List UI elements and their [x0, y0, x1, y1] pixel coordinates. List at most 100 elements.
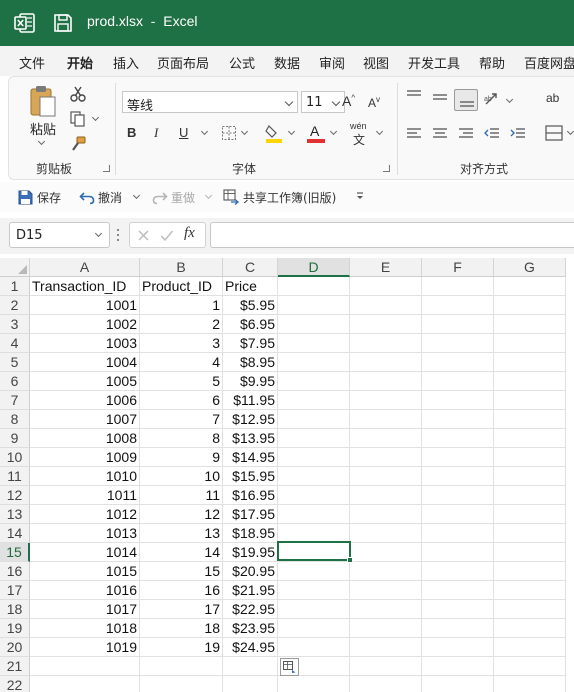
customize-qat-icon[interactable]	[355, 191, 365, 201]
cell-g20[interactable]	[494, 638, 566, 657]
row-header[interactable]: 18	[0, 600, 30, 619]
cell-b4[interactable]: 3	[140, 334, 223, 353]
merge-chevron-icon[interactable]	[566, 127, 574, 136]
cell-f18[interactable]	[422, 600, 494, 619]
cell-d13[interactable]	[278, 505, 350, 524]
cell-d12[interactable]	[278, 486, 350, 505]
cell-a14[interactable]: 1013	[30, 524, 140, 543]
column-header-e[interactable]: E	[350, 258, 422, 277]
cell-b10[interactable]: 9	[140, 448, 223, 467]
cell-f9[interactable]	[422, 429, 494, 448]
cell-c18[interactable]: $22.95	[223, 600, 278, 619]
cell-d4[interactable]	[278, 334, 350, 353]
cell-g4[interactable]	[494, 334, 566, 353]
row-header[interactable]: 4	[0, 334, 30, 353]
cell-f16[interactable]	[422, 562, 494, 581]
cell-a16[interactable]: 1015	[30, 562, 140, 581]
cell-f7[interactable]	[422, 391, 494, 410]
font-size-dropdown[interactable]: 11	[301, 91, 345, 113]
row-header[interactable]: 3	[0, 315, 30, 334]
cell-b6[interactable]: 5	[140, 372, 223, 391]
cell-a11[interactable]: 1010	[30, 467, 140, 486]
cell-e1[interactable]	[350, 277, 422, 296]
cell-e6[interactable]	[350, 372, 422, 391]
cell-d10[interactable]	[278, 448, 350, 467]
cell-c13[interactable]: $17.95	[223, 505, 278, 524]
spreadsheet-grid[interactable]: ABCDEFG 1 Transaction_ID Product_ID Price 2 1…	[0, 258, 574, 692]
cell-b20[interactable]: 19	[140, 638, 223, 657]
cell-c3[interactable]: $6.95	[223, 315, 278, 334]
quick-analysis-button[interactable]	[280, 658, 299, 676]
align-middle-icon[interactable]	[432, 91, 448, 105]
tab-page-layout[interactable]: 页面布局	[157, 53, 209, 72]
cell-a20[interactable]: 1019	[30, 638, 140, 657]
cell-e4[interactable]	[350, 334, 422, 353]
format-painter-icon[interactable]	[69, 135, 87, 153]
cell-d6[interactable]	[278, 372, 350, 391]
cell-e17[interactable]	[350, 581, 422, 600]
cell-b18[interactable]: 17	[140, 600, 223, 619]
formula-input[interactable]	[210, 222, 574, 248]
underline-chevron-icon[interactable]	[200, 127, 209, 136]
clipboard-launcher-icon[interactable]	[103, 165, 110, 172]
cell-d5[interactable]	[278, 353, 350, 372]
column-header-c[interactable]: C	[223, 258, 278, 277]
tab-view[interactable]: 视图	[363, 53, 389, 72]
cell-a19[interactable]: 1018	[30, 619, 140, 638]
cell-e15[interactable]	[350, 543, 422, 562]
cell-c19[interactable]: $23.95	[223, 619, 278, 638]
cell-b3[interactable]: 2	[140, 315, 223, 334]
cell-b5[interactable]: 4	[140, 353, 223, 372]
cell-f21[interactable]	[422, 657, 494, 676]
cell-e2[interactable]	[350, 296, 422, 315]
row-header[interactable]: 13	[0, 505, 30, 524]
cell-b17[interactable]: 16	[140, 581, 223, 600]
cell-d2[interactable]	[278, 296, 350, 315]
cell-d7[interactable]	[278, 391, 350, 410]
cell-a6[interactable]: 1005	[30, 372, 140, 391]
cell-e5[interactable]	[350, 353, 422, 372]
cell-d20[interactable]	[278, 638, 350, 657]
cell-b21[interactable]	[140, 657, 223, 676]
fill-color-chevron-icon[interactable]	[287, 127, 296, 136]
copy-icon[interactable]	[69, 110, 87, 128]
cell-g22[interactable]	[494, 676, 566, 692]
orientation-icon[interactable]: ab	[483, 91, 503, 107]
tab-developer[interactable]: 开发工具	[408, 53, 460, 72]
qat-share-label[interactable]: 共享工作簿(旧版)	[243, 189, 336, 206]
cell-c2[interactable]: $5.95	[223, 296, 278, 315]
font-launcher-icon[interactable]	[383, 165, 390, 172]
cell-c20[interactable]: $24.95	[223, 638, 278, 657]
cell-g19[interactable]	[494, 619, 566, 638]
cell-f6[interactable]	[422, 372, 494, 391]
row-header[interactable]: 5	[0, 353, 30, 372]
cell-a22[interactable]	[30, 676, 140, 692]
row-header[interactable]: 7	[0, 391, 30, 410]
cell-e20[interactable]	[350, 638, 422, 657]
cell-b14[interactable]: 13	[140, 524, 223, 543]
row-header[interactable]: 16	[0, 562, 30, 581]
cell-f11[interactable]	[422, 467, 494, 486]
align-center-icon[interactable]	[432, 127, 448, 141]
cell-b19[interactable]: 18	[140, 619, 223, 638]
cell-a18[interactable]: 1017	[30, 600, 140, 619]
save-icon[interactable]	[52, 12, 74, 34]
font-name-dropdown[interactable]: 等线	[122, 91, 298, 114]
cell-a10[interactable]: 1009	[30, 448, 140, 467]
name-box-chevron-icon[interactable]	[94, 229, 103, 238]
cell-c4[interactable]: $7.95	[223, 334, 278, 353]
cell-f8[interactable]	[422, 410, 494, 429]
cell-c7[interactable]: $11.95	[223, 391, 278, 410]
cell-g8[interactable]	[494, 410, 566, 429]
cell-g6[interactable]	[494, 372, 566, 391]
cell-a5[interactable]: 1004	[30, 353, 140, 372]
insert-function-button[interactable]: fx	[184, 225, 195, 242]
cell-e3[interactable]	[350, 315, 422, 334]
cell-a12[interactable]: 1011	[30, 486, 140, 505]
cell-a17[interactable]: 1016	[30, 581, 140, 600]
cell-e16[interactable]	[350, 562, 422, 581]
qat-undo-label[interactable]: 撤消	[98, 189, 122, 206]
cell-c14[interactable]: $18.95	[223, 524, 278, 543]
merge-center-icon[interactable]	[545, 125, 563, 141]
cell-b15[interactable]: 14	[140, 543, 223, 562]
